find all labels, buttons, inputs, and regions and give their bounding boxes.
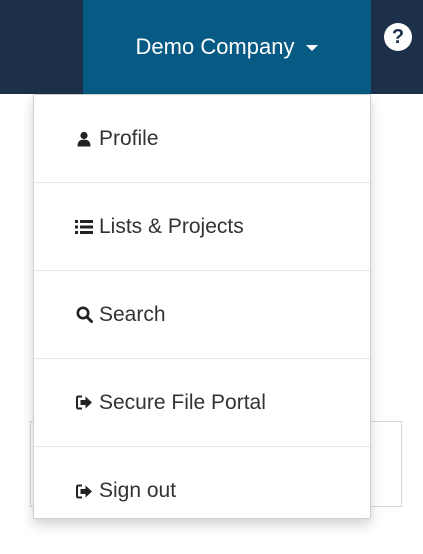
menu-item-label: Search — [99, 302, 166, 326]
list-icon — [75, 218, 93, 236]
menu-item-label: Sign out — [99, 479, 177, 502]
menu-item-search[interactable]: Search — [34, 271, 370, 359]
menu-item-sign-out[interactable]: Sign out — [34, 447, 370, 535]
menu-item-secure-file-portal[interactable]: Secure File Portal — [34, 359, 370, 447]
search-icon — [75, 306, 93, 324]
menu-item-lists-projects[interactable]: Lists & Projects — [34, 183, 370, 271]
sign-out-icon — [75, 482, 93, 500]
menu-item-label: Lists & Projects — [99, 214, 244, 238]
caret-down-icon — [306, 45, 319, 51]
menu-item-profile[interactable]: Profile — [34, 95, 370, 183]
help-icon[interactable]: ? — [384, 23, 412, 51]
user-icon — [75, 130, 93, 148]
help-icon-glyph: ? — [391, 25, 405, 48]
share-arrow-icon — [75, 394, 93, 412]
company-dropdown-menu: Profile Lists & Projects Search Secure F… — [33, 94, 371, 519]
company-name: Demo Company — [135, 34, 295, 59]
company-dropdown-toggle[interactable]: Demo Company — [83, 0, 371, 94]
menu-item-label: Profile — [99, 126, 159, 150]
menu-item-label: Secure File Portal — [99, 390, 266, 414]
top-navbar: Demo Company ? — [0, 0, 423, 94]
